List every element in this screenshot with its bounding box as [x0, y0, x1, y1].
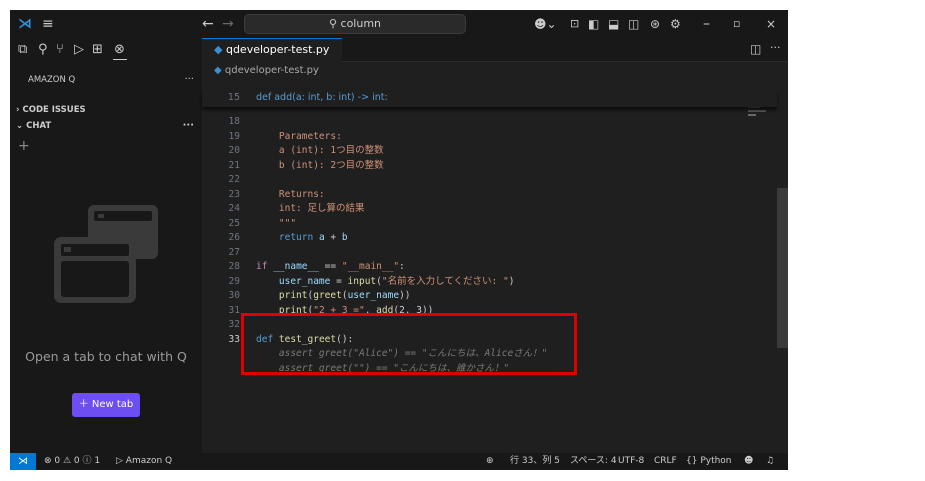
run-debug-icon[interactable]: ▷ [74, 42, 84, 58]
toggle-primary-sidebar-icon[interactable]: ◧ [588, 15, 599, 33]
amazon-q-icon[interactable]: ⊗ [114, 42, 125, 58]
title-bar: ⋊ ≡ ← → ⚲ column ☻⌄ ⊡ ◧ ⬓ ◫ ⊛ ⚙ – ▫ × [10, 10, 788, 38]
code-line: int: 足し算の結果 [256, 203, 365, 214]
amazon-q-sidebar: AMAZON Q ··· › CODE ISSUES ⌄ CHAT ··· + … [10, 62, 202, 453]
problems-status[interactable]: ⊗ 0 ⚠ 0 ⓘ 1 [44, 453, 100, 470]
account-icon[interactable]: ⊛ [650, 15, 660, 33]
toggle-panel-icon[interactable]: ⬓ [608, 15, 619, 33]
line-number: 24 [228, 203, 240, 214]
extensions-icon[interactable]: ⊞ [92, 42, 103, 58]
line-number: 33 [228, 333, 240, 345]
notifications-bell-icon[interactable]: ♫ [766, 453, 774, 470]
scrollbar-thumb[interactable] [777, 188, 788, 348]
chevron-down-icon: ⌄ [16, 121, 24, 131]
menu-icon[interactable]: ≡ [42, 15, 54, 33]
remote-indicator-icon[interactable]: ⋊ [10, 453, 36, 470]
code-line: Returns: [256, 188, 325, 200]
forward-arrow-icon[interactable]: → [222, 15, 234, 33]
highlight-box [241, 313, 577, 375]
line-number: 25 [228, 217, 240, 229]
breadcrumb-file: qdeveloper-test.py [224, 65, 319, 76]
line-number: 31 [228, 304, 240, 316]
zoom-icon[interactable]: ⊕ [486, 453, 494, 470]
line-number: 32 [228, 319, 240, 330]
code-line: user_name = input("名前を入力してください: ") [278, 275, 515, 287]
language-mode[interactable]: {} Python [686, 453, 732, 470]
sticky-code: def add(a: int, b: int) -> int: [256, 92, 388, 103]
sticky-line-number: 15 [227, 92, 240, 103]
cursor-position[interactable]: 行 33、列 5 [510, 453, 560, 470]
code-line: return a + b [278, 232, 348, 243]
code-editor[interactable]: 18 19 Parameters: 20 a (int): 1つ目の整数 21 b (… [202, 80, 777, 453]
indentation-status[interactable]: スペース: 4 [570, 453, 617, 470]
python-file-icon: ◆ [214, 65, 222, 76]
editor-more-actions-icon[interactable]: ··· [770, 41, 781, 54]
encoding-status[interactable]: UTF-8 [618, 453, 644, 470]
chat-section[interactable]: ⌄ CHAT ··· [10, 117, 202, 135]
source-control-icon[interactable]: ⑂ [56, 42, 64, 58]
chat-label: CHAT [26, 121, 52, 131]
sticky-scroll-line[interactable]: 15 def add(a: int, b: int) -> int: [202, 90, 777, 107]
line-number: 20 [228, 145, 240, 156]
code-line: Parameters: [256, 130, 342, 142]
line-number: 22 [228, 174, 240, 185]
toggle-secondary-sidebar-icon[interactable]: ◫ [628, 15, 639, 33]
line-number: 21 [228, 159, 240, 171]
amazon-q-status-label: Amazon Q [125, 456, 173, 466]
minimap[interactable] [736, 80, 776, 453]
play-icon: ▷ [116, 456, 123, 466]
line-number: 23 [228, 188, 240, 200]
sidebar-title: AMAZON Q ··· [10, 71, 202, 89]
split-editor-icon[interactable]: ◫ [750, 42, 761, 56]
command-center-search[interactable]: ⚲ column [244, 14, 466, 34]
restore-icon[interactable]: ▫ [733, 15, 740, 33]
line-number: 30 [228, 290, 240, 301]
code-line: b (int): 2つ目の整数 [256, 159, 384, 171]
explorer-icon[interactable]: ⧉ [18, 42, 27, 58]
amazon-q-status[interactable]: ▷ Amazon Q [116, 453, 172, 470]
copilot-status-icon[interactable]: ☻ [744, 453, 753, 470]
sidebar-title-label: AMAZON Q [28, 75, 76, 85]
vscode-logo-icon: ⋊ [18, 16, 32, 32]
tab-label: qdeveloper-test.py [225, 43, 330, 56]
layout-customize-icon[interactable]: ⊡ [570, 15, 579, 33]
code-line: print(greet(user_name)) [278, 290, 411, 301]
settings-gear-icon[interactable]: ⚙ [670, 15, 681, 33]
line-number: 19 [228, 130, 240, 142]
search-icon: ⚲ [328, 17, 338, 30]
status-bar: ⋊ ⊗ 0 ⚠ 0 ⓘ 1 ▷ Amazon Q ⊕ 行 33、列 5 スペース… [10, 453, 788, 470]
add-chat-tab-icon[interactable]: + [18, 138, 30, 154]
new-tab-button[interactable]: ＋ New tab [72, 393, 140, 417]
activity-bar: ⧉ ⚲ ⑂ ▷ ⊞ ⊗ [10, 38, 202, 62]
editor-tab-bar: ◆ qdeveloper-test.py ● ◫ ··· [202, 38, 788, 78]
more-actions-icon[interactable]: ··· [184, 71, 194, 89]
tab-qdeveloper-test[interactable]: ◆ qdeveloper-test.py ● [202, 38, 342, 78]
empty-chat-message: Open a tab to chat with Q [25, 349, 187, 364]
search-view-icon[interactable]: ⚲ [38, 42, 48, 58]
copilot-icon[interactable]: ☻⌄ [534, 15, 557, 33]
empty-chat-illustration-icon [54, 205, 158, 303]
vscode-window: ⋊ ≡ ← → ⚲ column ☻⌄ ⊡ ◧ ⬓ ◫ ⊛ ⚙ – ▫ × ⧉ … [10, 10, 788, 470]
line-number: 29 [228, 275, 240, 287]
back-arrow-icon[interactable]: ← [202, 15, 214, 33]
breadcrumb[interactable]: ◆ qdeveloper-test.py [202, 62, 788, 80]
code-line: """ [256, 217, 297, 229]
chevron-right-icon: › [16, 105, 20, 115]
line-number: 27 [228, 246, 240, 258]
line-number: 26 [228, 232, 240, 243]
line-number: 28 [228, 261, 240, 272]
close-icon[interactable]: × [766, 15, 776, 33]
active-view-indicator [113, 59, 127, 60]
new-tab-label: New tab [91, 399, 134, 410]
chat-more-actions-icon[interactable]: ··· [183, 117, 194, 135]
python-file-icon: ◆ [214, 43, 223, 56]
plus-icon: ＋ [78, 399, 89, 410]
line-number: 18 [228, 116, 240, 127]
search-text: column [340, 17, 382, 30]
code-line: if __name__ == "__main__": [256, 261, 405, 272]
minimize-icon[interactable]: – [703, 15, 710, 33]
code-line: a (int): 1つ目の整数 [256, 145, 384, 156]
eol-status[interactable]: CRLF [654, 453, 677, 470]
code-issues-label: CODE ISSUES [22, 105, 86, 115]
